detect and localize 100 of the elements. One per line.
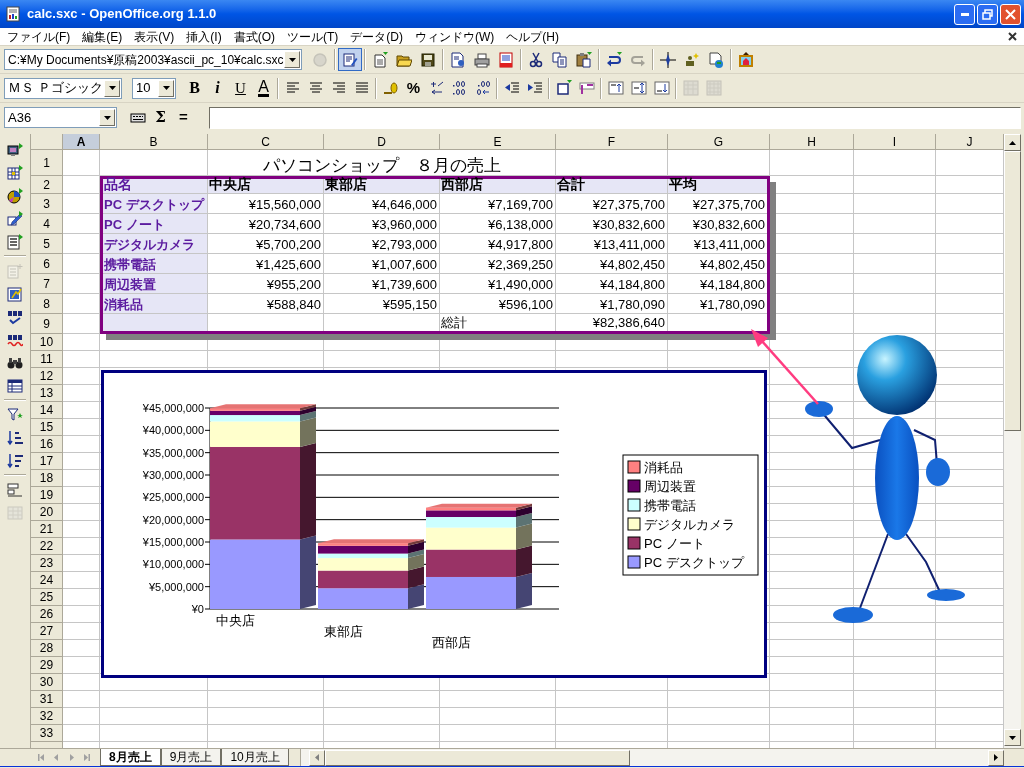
row-header[interactable]: 33 bbox=[31, 725, 63, 742]
row-header[interactable]: 24 bbox=[31, 572, 63, 589]
row-header[interactable]: 2 bbox=[31, 176, 63, 194]
table-cell: ¥82,386,640 bbox=[556, 314, 668, 331]
column-heading: 合計 bbox=[556, 179, 668, 194]
globe-document-icon bbox=[708, 51, 724, 68]
legend-label: PC ノート bbox=[644, 536, 705, 551]
row-header[interactable]: 3 bbox=[31, 194, 63, 214]
close-button[interactable] bbox=[1000, 3, 1021, 25]
add-decimal-icon bbox=[451, 80, 468, 96]
triangle-up-icon bbox=[1009, 140, 1016, 145]
row-header[interactable]: 6 bbox=[31, 254, 63, 274]
font-name-field[interactable]: ＭＳ Ｐゴシック bbox=[4, 77, 122, 99]
scroll-thumb[interactable] bbox=[325, 749, 630, 766]
row-heading: 消耗品 bbox=[103, 294, 208, 314]
row-header[interactable]: 29 bbox=[31, 657, 63, 674]
font-size-field[interactable]: 10 bbox=[132, 77, 176, 99]
page-preview-icon bbox=[498, 51, 514, 68]
underline-button[interactable]: U bbox=[229, 76, 252, 100]
dropdown-button[interactable] bbox=[158, 79, 174, 97]
italic-button[interactable]: i bbox=[206, 76, 229, 100]
dropdown-button[interactable] bbox=[104, 79, 120, 97]
row-header[interactable]: 8 bbox=[31, 294, 63, 314]
row-header[interactable]: 17 bbox=[31, 453, 63, 470]
row-header[interactable]: 4 bbox=[31, 214, 63, 234]
row-header[interactable]: 14 bbox=[31, 402, 63, 419]
row-header[interactable]: 26 bbox=[31, 606, 63, 623]
restore-icon bbox=[982, 8, 993, 20]
restore-button[interactable] bbox=[977, 3, 998, 25]
column-header[interactable]: B bbox=[100, 134, 208, 150]
menu-item[interactable]: ヘルプ(H) bbox=[500, 28, 565, 45]
row-header[interactable]: 28 bbox=[31, 640, 63, 657]
table-cell: ¥955,200 bbox=[208, 274, 324, 294]
scroll-down-button[interactable] bbox=[1004, 729, 1021, 746]
dropdown-button[interactable] bbox=[284, 51, 300, 68]
column-header[interactable]: F bbox=[556, 134, 668, 150]
row-header[interactable]: 1 bbox=[31, 150, 63, 176]
row-header[interactable]: 30 bbox=[31, 674, 63, 691]
row-header[interactable]: 31 bbox=[31, 691, 63, 708]
minimize-button[interactable] bbox=[954, 3, 975, 25]
row-header[interactable]: 18 bbox=[31, 470, 63, 487]
font-color-button[interactable]: A bbox=[252, 76, 275, 100]
menu-item[interactable]: 書式(O) bbox=[227, 28, 281, 45]
row-header[interactable]: 11 bbox=[31, 351, 63, 368]
legend-label: 周辺装置 bbox=[644, 479, 696, 494]
row-header[interactable]: 19 bbox=[31, 487, 63, 504]
percent-button[interactable]: % bbox=[402, 76, 425, 100]
path-field[interactable]: C:¥My Documents¥原稿2003¥ascii_pc_10¥calc.sxc bbox=[4, 49, 302, 70]
menu-item[interactable]: ツール(T) bbox=[281, 28, 345, 45]
close-document-button[interactable] bbox=[1006, 30, 1018, 43]
formula-button[interactable]: = bbox=[172, 106, 195, 129]
formula-input[interactable] bbox=[209, 106, 1021, 129]
row-header[interactable]: 20 bbox=[31, 504, 63, 521]
scroll-up-button[interactable] bbox=[1004, 134, 1021, 151]
row-header[interactable]: 27 bbox=[31, 623, 63, 640]
minimize-icon bbox=[960, 12, 969, 16]
row-heading: 周辺装置 bbox=[103, 274, 208, 294]
column-header[interactable]: C bbox=[208, 134, 324, 150]
column-header[interactable]: A bbox=[63, 134, 100, 150]
column-header[interactable]: H bbox=[770, 134, 854, 150]
name-box[interactable]: A36 bbox=[4, 107, 117, 128]
edit-file-button[interactable] bbox=[338, 48, 362, 71]
row-header[interactable]: 10 bbox=[31, 334, 63, 351]
dropdown-button[interactable] bbox=[99, 109, 115, 126]
row-header[interactable]: 22 bbox=[31, 538, 63, 555]
row-header[interactable]: 16 bbox=[31, 436, 63, 453]
row-header[interactable]: 15 bbox=[31, 419, 63, 436]
table-cell: ¥595,150 bbox=[324, 294, 440, 314]
row-header[interactable]: 25 bbox=[31, 589, 63, 606]
column-header[interactable]: I bbox=[854, 134, 936, 150]
bold-button[interactable]: B bbox=[183, 76, 206, 100]
column-header[interactable]: E bbox=[440, 134, 556, 150]
column-header[interactable]: G bbox=[668, 134, 770, 150]
row-header[interactable]: 32 bbox=[31, 708, 63, 725]
row-header[interactable]: 9 bbox=[31, 314, 63, 334]
menu-item[interactable]: ウィンドウ(W) bbox=[409, 28, 501, 45]
row-header[interactable]: 13 bbox=[31, 385, 63, 402]
sheet-tab[interactable]: 8月売上 bbox=[100, 748, 161, 766]
sheet-tab[interactable]: 9月売上 bbox=[160, 748, 222, 766]
column-header[interactable]: J bbox=[936, 134, 1004, 150]
axis-tick-label: ¥30,000,000 bbox=[142, 469, 204, 481]
scroll-right-button[interactable] bbox=[988, 749, 1004, 766]
sheet-tab[interactable]: 10月売上 bbox=[221, 748, 289, 766]
category-label: 西部店 bbox=[432, 635, 471, 650]
menu-item[interactable]: 表示(V) bbox=[128, 28, 181, 45]
triangle-down-icon bbox=[1009, 735, 1016, 740]
scroll-left-button[interactable] bbox=[309, 749, 325, 766]
sum-button[interactable]: Σ bbox=[149, 106, 172, 129]
row-header[interactable]: 7 bbox=[31, 274, 63, 294]
scroll-thumb[interactable] bbox=[1004, 151, 1021, 431]
menu-item[interactable]: 編集(E) bbox=[76, 28, 129, 45]
row-header[interactable]: 23 bbox=[31, 555, 63, 572]
menu-item[interactable]: データ(D) bbox=[344, 28, 409, 45]
row-header[interactable]: 12 bbox=[31, 368, 63, 385]
column-header[interactable]: D bbox=[324, 134, 440, 150]
menu-item[interactable]: ファイル(F) bbox=[1, 28, 77, 45]
menu-item[interactable]: 挿入(I) bbox=[180, 28, 228, 45]
row-header[interactable]: 21 bbox=[31, 521, 63, 538]
row-header[interactable]: 5 bbox=[31, 234, 63, 254]
sort-descending-icon bbox=[7, 452, 23, 469]
